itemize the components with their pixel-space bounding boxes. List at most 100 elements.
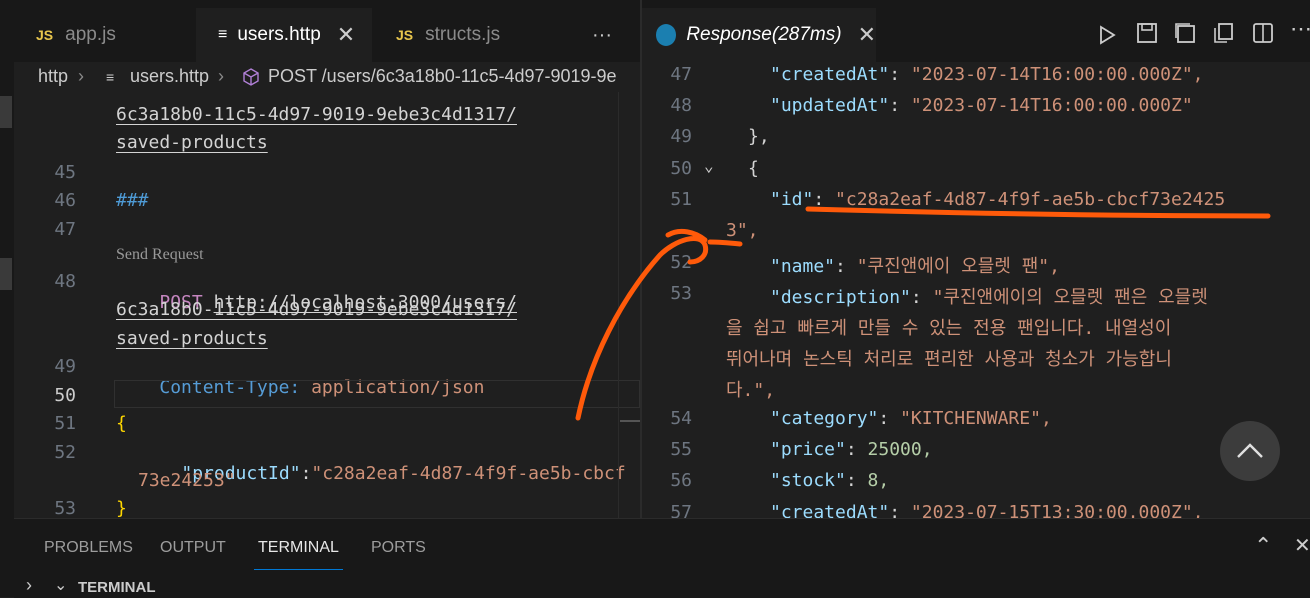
tab-app-js[interactable]: JS app.js bbox=[14, 8, 194, 62]
chevron-up-icon bbox=[1237, 443, 1263, 458]
js-file-icon: JS bbox=[36, 27, 54, 43]
json-line: "stock": 8, bbox=[770, 470, 890, 491]
brace: } bbox=[116, 498, 127, 518]
close-icon[interactable]: ✕ bbox=[337, 22, 355, 48]
json-value-wrap: 73e24253" bbox=[138, 470, 236, 491]
breadcrumb-request[interactable]: POST /users/6c3a18b0-11c5-4d97-9019-9e bbox=[268, 66, 617, 87]
scroll-to-top-button[interactable] bbox=[1220, 421, 1280, 481]
url-line: 6c3a18b0-11c5-4d97-9019-9ebe3c4d1317/ bbox=[116, 299, 517, 320]
scrollbar-thumb[interactable] bbox=[620, 420, 640, 422]
json-value: "2023-07-14T16:00:00.000Z" bbox=[910, 95, 1193, 116]
json-line: "updatedAt": "2023-07-14T16:00:00.000Z" bbox=[770, 95, 1193, 116]
terminal-section-title[interactable]: TERMINAL bbox=[78, 579, 156, 596]
json-value: "쿠진앤에이의 오믈렛 팬은 오믈렛 bbox=[932, 287, 1208, 308]
json-value: "c28a2eaf-4d87-4f9f-ae5b-cbcf73e2425 bbox=[835, 189, 1226, 210]
tab-terminal[interactable]: TERMINAL bbox=[254, 539, 343, 570]
line-number: 47 bbox=[670, 64, 692, 85]
chevron-right-icon: › bbox=[218, 66, 224, 86]
json-line: "name": "쿠진앤에이 오믈렛 팬", bbox=[770, 256, 1060, 277]
line-number: 52 bbox=[670, 252, 692, 273]
tab-label: users.http bbox=[237, 24, 321, 45]
json-key: "description" bbox=[770, 287, 911, 308]
line-number: 48 bbox=[670, 95, 692, 116]
json-value: "c28a2eaf-4d87-4f9f-ae5b-cbcf bbox=[311, 463, 626, 484]
json-line: "createdAt": "2023-07-15T13:30:00.000Z", bbox=[770, 502, 1204, 518]
tab-ports[interactable]: PORTS bbox=[371, 539, 426, 557]
json-value: 3", bbox=[726, 220, 759, 241]
cube-icon bbox=[243, 68, 259, 86]
json-key: "createdAt" bbox=[770, 64, 890, 85]
json-key: "name" bbox=[770, 256, 836, 277]
url-line: saved-products bbox=[116, 328, 268, 349]
line-number: 50 bbox=[54, 385, 76, 406]
send-request-link[interactable]: Send Request bbox=[116, 246, 204, 264]
list-file-icon: ≡ bbox=[218, 26, 228, 43]
brace: { bbox=[116, 413, 127, 434]
right-tab-bar: Response(287ms) ✕ ⋯ bbox=[642, 0, 1310, 63]
js-file-icon: JS bbox=[396, 27, 414, 43]
activity-bar bbox=[0, 0, 14, 597]
activity-indicator bbox=[0, 96, 12, 128]
more-actions-icon[interactable]: ⋯ bbox=[1290, 16, 1310, 42]
json-line: "id": "c28a2eaf-4d87-4f9f-ae5b-cbcf73e24… bbox=[770, 189, 1226, 210]
json-value: "2023-07-15T13:30:00.000Z", bbox=[910, 502, 1204, 518]
close-icon[interactable]: ✕ bbox=[858, 22, 876, 48]
line-number: 50 bbox=[670, 158, 692, 179]
breadcrumb-file[interactable]: users.http bbox=[130, 66, 209, 87]
json-value: 25000, bbox=[867, 439, 933, 460]
list-file-icon: ≡ bbox=[106, 69, 115, 85]
json-key: "createdAt" bbox=[770, 502, 890, 518]
line-number: 49 bbox=[54, 356, 76, 377]
tab-label: app.js bbox=[65, 24, 116, 45]
tab-users-http[interactable]: ≡ users.http ✕ bbox=[196, 8, 372, 62]
line-number: 57 bbox=[670, 502, 692, 518]
json-line-wrap: 3", bbox=[726, 220, 759, 241]
url-line: 6c3a18b0-11c5-4d97-9019-9ebe3c4d1317/ bbox=[116, 104, 517, 125]
tab-response[interactable]: Response(287ms) ✕ bbox=[642, 8, 876, 62]
chevron-down-icon[interactable]: ⌄ bbox=[704, 156, 714, 175]
json-key: "id" bbox=[770, 189, 814, 210]
json-key: "price" bbox=[770, 439, 846, 460]
json-key: "updatedAt" bbox=[770, 95, 890, 116]
json-punct: { bbox=[748, 158, 759, 179]
line-number: 51 bbox=[54, 413, 76, 434]
chevron-right-icon[interactable]: › bbox=[26, 575, 32, 596]
more-actions-icon[interactable]: ··· bbox=[592, 8, 632, 62]
left-tab-bar: JS app.js ≡ users.http ✕ JS structs.js ·… bbox=[14, 0, 640, 63]
json-line: "category": "KITCHENWARE", bbox=[770, 408, 1052, 429]
chevron-down-icon[interactable]: ⌄ bbox=[54, 575, 67, 595]
chevron-right-icon: › bbox=[78, 66, 84, 86]
http-editor[interactable]: x 6c3a18b0-11c5-4d97-9019-9ebe3c4d1317/ … bbox=[14, 92, 640, 518]
tab-problems[interactable]: PROBLEMS bbox=[44, 539, 133, 557]
json-value: 8, bbox=[867, 470, 890, 491]
close-panel-icon[interactable]: ✕ bbox=[1294, 533, 1310, 558]
current-line-highlight bbox=[114, 380, 640, 408]
activity-indicator bbox=[0, 258, 12, 290]
line-number: 47 bbox=[54, 219, 76, 240]
json-value: "KITCHENWARE", bbox=[900, 408, 1052, 429]
tab-label: Response(287ms) bbox=[686, 24, 842, 45]
breadcrumb-folder[interactable]: http bbox=[38, 66, 68, 87]
bottom-panel: PROBLEMS OUTPUT TERMINAL PORTS ⌃ ✕ › ⌄ T… bbox=[14, 518, 1310, 598]
json-key: "category" bbox=[770, 408, 879, 429]
json-line: "price": 25000, bbox=[770, 439, 933, 460]
tab-label: structs.js bbox=[425, 24, 501, 45]
save-icon[interactable] bbox=[1136, 22, 1158, 44]
json-value-wrap: 다.", bbox=[726, 380, 776, 401]
json-value-wrap: 을 쉽고 빠르게 만들 수 있는 전용 팬입니다. 내열성이 bbox=[726, 318, 1172, 339]
line-number: 45 bbox=[54, 162, 76, 183]
chevron-up-icon[interactable]: ⌃ bbox=[1254, 533, 1272, 559]
response-viewer[interactable]: 47 "createdAt": "2023-07-14T16:00:00.000… bbox=[642, 62, 1310, 518]
save-all-icon[interactable] bbox=[1174, 22, 1196, 44]
tab-output[interactable]: OUTPUT bbox=[160, 539, 226, 557]
minimap-border bbox=[618, 92, 619, 518]
run-icon[interactable] bbox=[1096, 24, 1118, 46]
line-number: 54 bbox=[670, 408, 692, 429]
line-number: 53 bbox=[670, 283, 692, 304]
json-value: "쿠진앤에이 오믈렛 팬", bbox=[856, 256, 1060, 277]
tab-structs-js[interactable]: JS structs.js bbox=[374, 8, 574, 62]
split-editor-icon[interactable] bbox=[1252, 22, 1274, 44]
copy-icon[interactable] bbox=[1212, 22, 1234, 44]
terminal-section: › ⌄ TERMINAL bbox=[14, 571, 1310, 598]
json-line: "description": "쿠진앤에이의 오믈렛 팬은 오믈렛 bbox=[770, 287, 1208, 308]
